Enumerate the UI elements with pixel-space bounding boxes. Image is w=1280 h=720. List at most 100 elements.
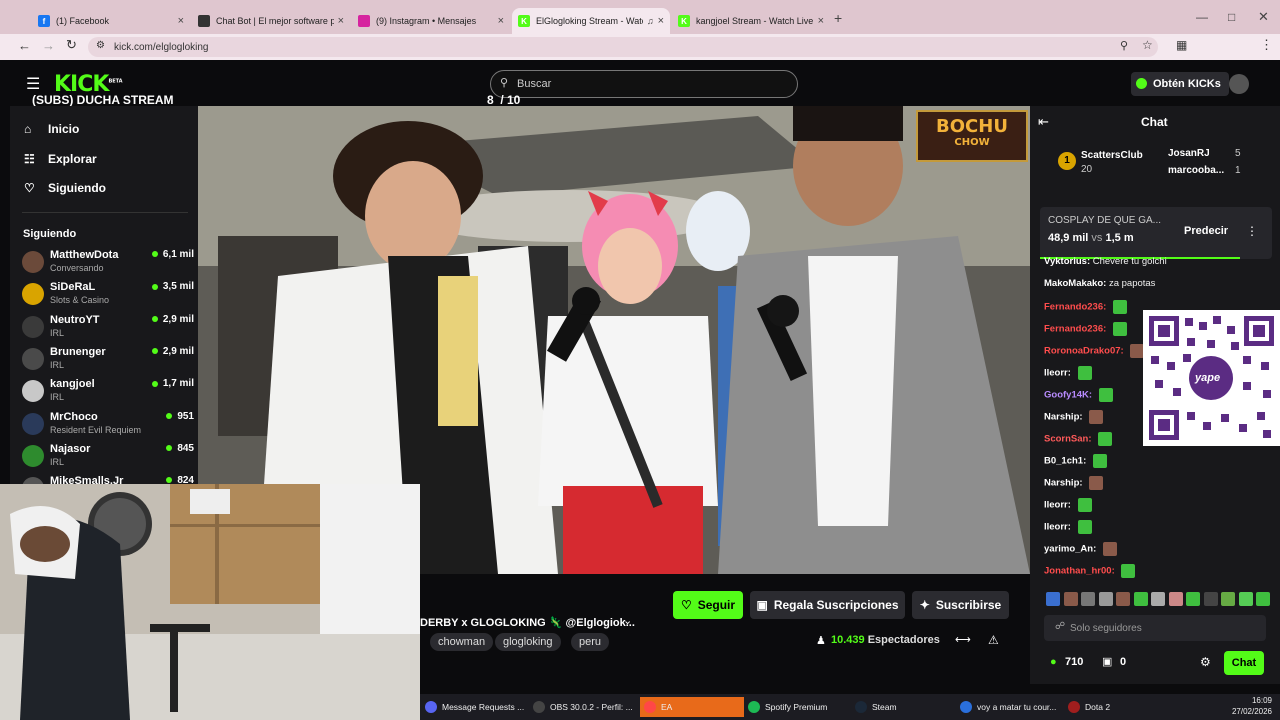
chat-username[interactable]: Vyktorius: <box>1044 256 1090 267</box>
leaderboard-name: ScattersClub <box>1081 150 1143 161</box>
extensions-icon[interactable]: ▦ <box>1176 38 1187 52</box>
leaderboard-name: JosanRJ <box>1168 148 1210 159</box>
sidebar-channel[interactable]: SiDeRaL Slots & Casino 3,5 mil <box>22 281 194 311</box>
browser-tab[interactable]: Chat Bot | El mejor software pa × <box>192 8 350 34</box>
nav-explorar[interactable]: ☷ Explorar <box>24 152 97 166</box>
address-bar[interactable]: kick.com/elglogloking <box>88 37 1158 57</box>
chat-username[interactable]: Goofy14K: <box>1044 390 1092 401</box>
chat-username[interactable]: Fernando236: <box>1044 324 1106 335</box>
taskbar-item[interactable]: OBS 30.0.2 - Perfil: ... <box>533 697 633 717</box>
sidebar-channel[interactable]: kangjoel IRL 1,7 mil <box>22 378 194 408</box>
emote-icon[interactable] <box>1098 592 1113 606</box>
close-tab-icon[interactable]: × <box>498 15 504 27</box>
send-chat-button[interactable]: Chat <box>1224 651 1264 675</box>
taskbar-item[interactable]: EA <box>640 697 744 717</box>
emote-icon[interactable] <box>1116 592 1130 606</box>
chat-username[interactable]: Fernando236: <box>1044 302 1106 313</box>
emote-icon[interactable] <box>1133 592 1148 606</box>
chat-username[interactable]: yarimo_An: <box>1044 544 1096 555</box>
emote-icon[interactable] <box>1081 592 1095 606</box>
emote-icon[interactable] <box>1151 592 1165 606</box>
hamburger-menu-icon[interactable]: ☰ <box>26 74 40 94</box>
browser-tab[interactable]: Kkangjoel Stream - Watch Live o × <box>672 8 830 34</box>
taskbar-item[interactable]: Dota 2 <box>1068 697 1110 717</box>
emote-icon[interactable] <box>1168 592 1183 606</box>
sidebar-channel[interactable]: NeutroYT IRL 2,9 mil <box>22 314 194 344</box>
emote-icon[interactable] <box>1238 592 1253 606</box>
predict-button[interactable]: Predecir <box>1184 225 1228 237</box>
close-tab-icon[interactable]: × <box>818 15 824 27</box>
close-tab-icon[interactable]: × <box>658 15 664 27</box>
chat-username[interactable]: lleorr: <box>1044 500 1071 511</box>
emote-icon[interactable] <box>1221 592 1235 606</box>
sidebar-channel[interactable]: Brunenger IRL 2,9 mil <box>22 346 194 376</box>
emote-icon[interactable] <box>1046 592 1060 606</box>
collapse-chat-icon[interactable]: ⇤ <box>1038 114 1049 130</box>
leaderboard-value: 5 <box>1235 148 1241 159</box>
report-icon[interactable]: ⚠ <box>988 633 999 647</box>
chat-username[interactable]: lleorr: <box>1044 522 1071 533</box>
user-avatar[interactable] <box>1229 74 1249 94</box>
menu-dots-icon[interactable]: ⋮ <box>1260 37 1273 53</box>
chat-username[interactable]: ScornSan: <box>1044 434 1092 445</box>
close-window-icon[interactable]: ✕ <box>1258 9 1269 25</box>
emote-icon[interactable] <box>1256 592 1270 606</box>
emote-icon[interactable] <box>1186 592 1200 606</box>
more-options-icon[interactable]: ⋮ <box>1246 224 1258 238</box>
emote-icon <box>1077 498 1092 512</box>
nav-siguiendo[interactable]: ♡ Siguiendo <box>24 181 106 195</box>
browser-tab[interactable]: f (1) Facebook × <box>32 8 190 34</box>
taskbar-item[interactable]: voy a matar tu cour... <box>960 697 1056 717</box>
taskbar-item[interactable]: Message Requests ... <box>425 697 524 717</box>
chat-username[interactable]: Narship: <box>1044 412 1083 423</box>
site-info-icon[interactable]: ⚙ <box>96 40 105 51</box>
chat-username[interactable]: lleorr: <box>1044 368 1071 379</box>
chat-message: B0_1ch1: <box>1044 454 1107 468</box>
share-icon[interactable]: ⟷ <box>955 633 971 646</box>
chevron-down-icon[interactable]: ⌄ <box>623 614 632 627</box>
browser-tab[interactable]: K ElGlogloking Stream - Watc ♫ × <box>512 8 670 34</box>
channel-avatar <box>22 347 44 370</box>
chat-input[interactable]: Solo seguidores <box>1044 615 1266 641</box>
channel-name: kangjoel <box>50 378 95 391</box>
forward-icon[interactable]: → <box>42 38 55 53</box>
close-tab-icon[interactable]: × <box>338 15 344 27</box>
sidebar-channel[interactable]: Najasor IRL 845 <box>22 443 194 473</box>
chat-username[interactable]: MakoMakako: <box>1044 278 1106 289</box>
zoom-icon[interactable]: ⚲ <box>1120 39 1128 52</box>
sidebar-channel[interactable]: MrChoco Resident Evil Requiem 951 <box>22 411 194 441</box>
search-input[interactable]: Buscar <box>490 70 798 98</box>
chat-username[interactable]: Jonathan_hr00: <box>1044 566 1115 577</box>
chat-username[interactable]: B0_1ch1: <box>1044 456 1086 467</box>
back-icon[interactable]: ← <box>18 38 31 53</box>
chat-username[interactable]: Narship: <box>1044 478 1083 489</box>
subscribe-button[interactable]: ✦ Suscribirse <box>912 591 1009 619</box>
leaderboard-value: 1 <box>1235 165 1241 176</box>
browser-tab[interactable]: (9) Instagram • Mensajes × <box>352 8 510 34</box>
chat-message: Fernando236: <box>1044 322 1127 336</box>
nav-inicio[interactable]: ⌂ Inicio <box>24 122 79 136</box>
gift-subs-button[interactable]: ▣ Regala Suscripciones <box>750 591 905 619</box>
stream-tag[interactable]: chowman <box>430 633 494 651</box>
follow-button[interactable]: ♡ Seguir <box>673 591 743 619</box>
maximize-icon[interactable]: □ <box>1228 10 1235 24</box>
sidebar-channel[interactable]: MatthewDota Conversando 6,1 mil <box>22 249 194 279</box>
emote-icon[interactable] <box>1203 592 1218 606</box>
close-tab-icon[interactable]: × <box>178 15 184 27</box>
emote-icon <box>1112 300 1127 314</box>
reload-icon[interactable]: ↻ <box>66 37 77 53</box>
taskbar-item[interactable]: Spotify Premium <box>748 697 827 717</box>
taskbar-item-label: Dota 2 <box>1085 702 1111 712</box>
tab-audio-icon[interactable]: ♫ <box>647 16 654 26</box>
emote-icon[interactable] <box>1063 592 1078 606</box>
chat-username[interactable]: RoronoaDrako07: <box>1044 346 1124 357</box>
minimize-icon[interactable]: — <box>1196 10 1208 24</box>
settings-gear-icon[interactable]: ⚙ <box>1200 655 1211 669</box>
bookmark-star-icon[interactable]: ☆ <box>1142 38 1153 52</box>
new-tab-button[interactable]: + <box>834 10 842 26</box>
prediction-card[interactable]: COSPLAY DE QUE GA... 48,9 mil vs 1,5 m P… <box>1040 207 1272 259</box>
stream-tag[interactable]: glogloking <box>495 633 561 651</box>
taskbar-item[interactable]: Steam <box>855 697 897 717</box>
emote-icon <box>1098 388 1113 402</box>
stream-tag[interactable]: peru <box>571 633 610 651</box>
